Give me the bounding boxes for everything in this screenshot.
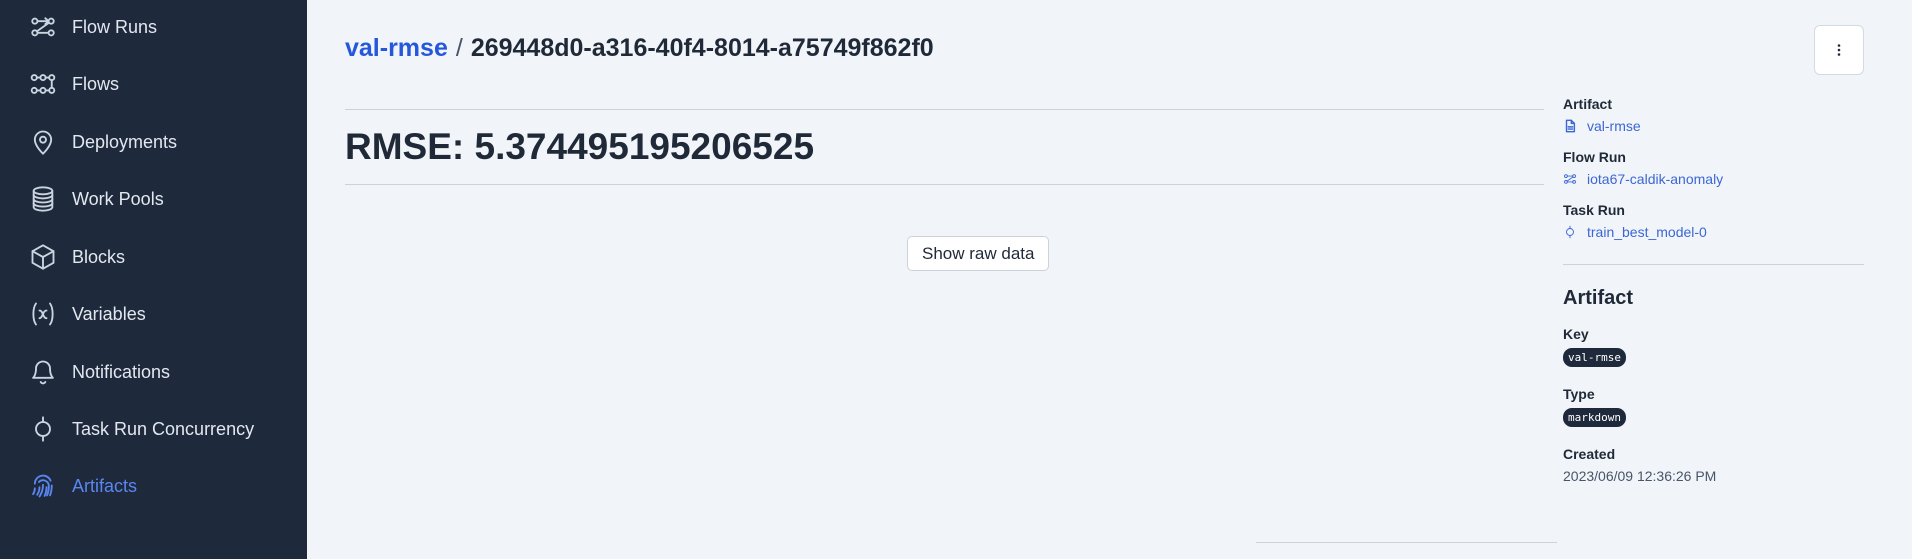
sidebar: Flow Runs Flows Deployments Work Pools B…	[0, 0, 307, 559]
divider	[1563, 264, 1864, 265]
breadcrumb: val-rmse/269448d0-a316-40f4-8014-a75749f…	[345, 34, 934, 63]
document-icon	[1563, 119, 1577, 133]
breadcrumb-separator: /	[455, 34, 463, 62]
fingerprint-icon	[28, 471, 58, 501]
sidebar-item-label: Deployments	[72, 131, 178, 152]
task-run-link-label: train_best_model-0	[1587, 224, 1707, 240]
detail-label: Type	[1563, 386, 1595, 402]
map-pin-icon	[28, 127, 58, 157]
sidebar-item-label: Variables	[72, 303, 146, 324]
task-run-link[interactable]: train_best_model-0	[1563, 224, 1864, 240]
breadcrumb-link[interactable]: val-rmse	[345, 34, 448, 62]
sidebar-item-variables[interactable]: Variables	[0, 291, 307, 337]
sidebar-item-artifacts[interactable]: Artifacts	[0, 463, 307, 509]
detail-label: Created	[1563, 446, 1616, 462]
sidebar-item-label: Work Pools	[72, 188, 164, 209]
divider	[345, 184, 1544, 185]
sidebar-item-flows[interactable]: Flows	[0, 61, 307, 107]
kebab-menu-icon	[1837, 44, 1841, 56]
task-run-icon	[1563, 225, 1577, 239]
artifact-content: RMSE: 5.374495195206525 Show raw data	[345, 109, 1544, 271]
divider	[345, 109, 1544, 110]
artifact-details-panel: Artifact val-rmse Flow Run iota67-caldik…	[1563, 96, 1864, 484]
sidebar-item-label: Blocks	[72, 246, 126, 267]
sidebar-item-label: Flow Runs	[72, 16, 158, 37]
flow-run-link[interactable]: iota67-caldik-anomaly	[1563, 171, 1864, 187]
sidebar-item-task-run-concurrency[interactable]: Task Run Concurrency	[0, 406, 307, 452]
detail-label: Task Run	[1563, 202, 1625, 218]
divider	[1256, 542, 1557, 543]
created-timestamp: 2023/06/09 12:36:26 PM	[1563, 468, 1717, 484]
sidebar-item-blocks[interactable]: Blocks	[0, 234, 307, 280]
artifact-markdown-heading: RMSE: 5.374495195206525	[345, 126, 815, 167]
main-panel: val-rmse/269448d0-a316-40f4-8014-a75749f…	[307, 0, 1912, 559]
flow-run-link-label: iota67-caldik-anomaly	[1587, 171, 1724, 187]
sidebar-item-label: Task Run Concurrency	[72, 418, 255, 439]
more-options-button[interactable]	[1814, 25, 1864, 75]
sidebar-item-label: Artifacts	[72, 475, 138, 496]
artifact-link[interactable]: val-rmse	[1563, 118, 1864, 134]
sidebar-item-deployments[interactable]: Deployments	[0, 119, 307, 165]
detail-label: Flow Run	[1563, 149, 1626, 165]
flows-icon	[28, 69, 58, 99]
artifact-section-title: Artifact	[1563, 287, 1634, 309]
detail-label: Key	[1563, 326, 1589, 342]
variable-icon	[28, 299, 58, 329]
sidebar-item-notifications[interactable]: Notifications	[0, 349, 307, 395]
sidebar-item-label: Flows	[72, 73, 120, 94]
database-icon	[28, 184, 58, 214]
key-badge: val-rmse	[1563, 348, 1626, 367]
show-raw-data-button[interactable]: Show raw data	[907, 236, 1050, 271]
sidebar-item-work-pools[interactable]: Work Pools	[0, 176, 307, 222]
artifact-link-label: val-rmse	[1587, 118, 1641, 134]
flow-runs-icon	[1563, 172, 1577, 186]
cube-icon	[28, 242, 58, 272]
detail-label: Artifact	[1563, 96, 1613, 112]
type-badge: markdown	[1563, 408, 1626, 427]
bell-icon	[28, 357, 58, 387]
sidebar-item-label: Notifications	[72, 361, 171, 382]
task-run-icon	[28, 414, 58, 444]
sidebar-item-flow-runs[interactable]: Flow Runs	[0, 4, 307, 50]
page-title: 269448d0-a316-40f4-8014-a75749f862f0	[470, 34, 934, 62]
flow-runs-icon	[28, 12, 58, 42]
